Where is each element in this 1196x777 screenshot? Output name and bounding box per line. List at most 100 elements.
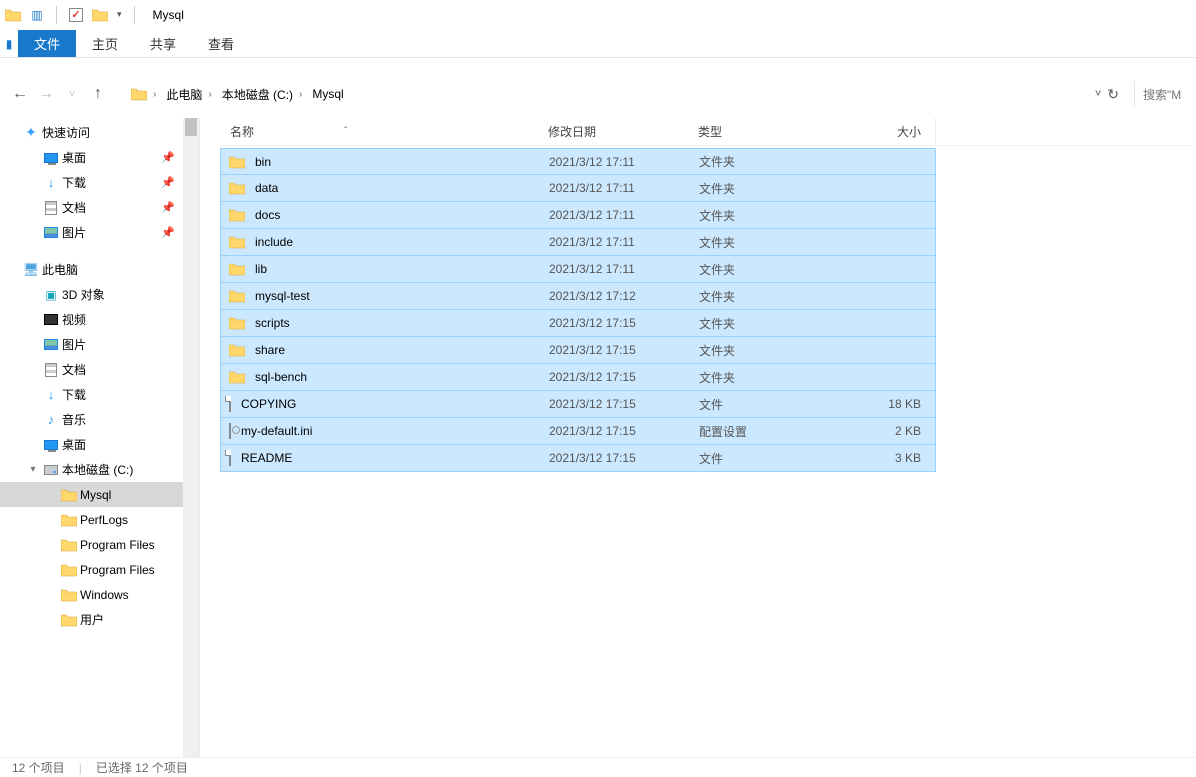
nav-label: 下载 (62, 174, 86, 191)
search-input[interactable]: 搜索"M (1134, 81, 1188, 107)
nav-item-folder[interactable]: Mysql (0, 482, 199, 507)
breadcrumb-item[interactable]: Mysql (308, 82, 347, 106)
video-icon (42, 314, 60, 325)
column-header-size[interactable]: 大小 (848, 118, 936, 145)
file-name: mysql-test (255, 289, 310, 303)
nav-recent-dropdown[interactable]: ˅ (60, 82, 84, 106)
chevron-right-icon[interactable]: › (299, 89, 302, 100)
file-type: 文件夹 (699, 180, 849, 197)
breadcrumb-root-icon[interactable]: › (127, 82, 160, 106)
nav-item-music[interactable]: ♪音乐 (0, 407, 199, 432)
nav-item-folder[interactable]: PerfLogs (0, 507, 199, 532)
file-row[interactable]: include2021/3/12 17:11文件夹 (220, 229, 936, 256)
file-type: 文件 (699, 450, 849, 467)
column-header-type[interactable]: 类型 (698, 123, 848, 140)
file-row[interactable]: bin2021/3/12 17:11文件夹 (220, 148, 936, 175)
chevron-right-icon[interactable]: › (208, 89, 211, 100)
file-name: COPYING (241, 397, 296, 411)
nav-back-button[interactable]: ← (8, 82, 32, 106)
nav-up-button[interactable]: ↑ (86, 82, 110, 106)
nav-item-picture[interactable]: 图片 (0, 332, 199, 357)
folder-icon (229, 262, 245, 276)
file-type: 文件夹 (699, 234, 849, 251)
nav-item-document[interactable]: 文档📌 (0, 195, 199, 220)
file-type: 配置设置 (699, 423, 849, 440)
file-modified: 2021/3/12 17:15 (549, 397, 699, 411)
nav-item-desktop[interactable]: 桌面 (0, 432, 199, 457)
file-row[interactable]: COPYING2021/3/12 17:15文件18 KB (220, 391, 936, 418)
file-row[interactable]: scripts2021/3/12 17:15文件夹 (220, 310, 936, 337)
refresh-icon[interactable]: ↻ (1107, 86, 1119, 103)
status-item-count: 12 个项目 (12, 759, 65, 776)
nav-item-folder[interactable]: Windows (0, 582, 199, 607)
file-name-cell: share (221, 343, 549, 357)
chevron-right-icon[interactable]: › (153, 89, 156, 100)
file-type: 文件夹 (699, 315, 849, 332)
nav-item-folder[interactable]: Program Files (0, 532, 199, 557)
file-row[interactable]: lib2021/3/12 17:11文件夹 (220, 256, 936, 283)
nav-item-video[interactable]: 视频 (0, 307, 199, 332)
tab-file[interactable]: 文件 (18, 30, 76, 57)
file-row[interactable]: my-default.ini2021/3/12 17:15配置设置2 KB (220, 418, 936, 445)
app-icon: ▥ (28, 6, 46, 24)
address-bar[interactable]: › 此电脑 › 本地磁盘 (C:) › Mysql ˅ ↻ (122, 81, 1126, 107)
file-modified: 2021/3/12 17:15 (549, 370, 699, 384)
file-name: sql-bench (255, 370, 307, 384)
nav-quick-access[interactable]: ✦ 快速访问 (0, 120, 199, 145)
file-name: README (241, 451, 292, 465)
nav-this-pc[interactable]: 🖥 此电脑 (0, 257, 199, 282)
expand-icon[interactable]: ▾ (26, 464, 40, 475)
nav-scrollbar-thumb[interactable] (185, 118, 197, 136)
file-row[interactable]: mysql-test2021/3/12 17:12文件夹 (220, 283, 936, 310)
nav-label: 此电脑 (42, 261, 78, 278)
address-row: ← → ˅ ↑ › 此电脑 › 本地磁盘 (C:) › Mysql ˅ ↻ 搜索… (0, 76, 1196, 112)
nav-scrollbar[interactable] (183, 118, 199, 757)
nav-item-document[interactable]: 文档 (0, 357, 199, 382)
music-icon: ♪ (42, 412, 60, 427)
file-list: bin2021/3/12 17:11文件夹data2021/3/12 17:11… (220, 146, 1192, 472)
folder-icon[interactable] (91, 6, 109, 24)
nav-label: 用户 (80, 611, 104, 628)
window-title: Mysql (153, 8, 184, 22)
folder-icon (229, 155, 245, 169)
folder-icon (229, 235, 245, 249)
nav-item-download[interactable]: ↓下载📌 (0, 170, 199, 195)
nav-item-drive[interactable]: ▾本地磁盘 (C:) (0, 457, 199, 482)
breadcrumb-item[interactable]: 本地磁盘 (C:) › (218, 82, 307, 106)
nav-label: Mysql (80, 488, 111, 502)
checkbox-icon[interactable]: ✓ (67, 6, 85, 24)
nav-label: Program Files (80, 538, 155, 552)
settings-file-icon (229, 424, 231, 438)
tab-share[interactable]: 共享 (134, 30, 192, 57)
file-modified: 2021/3/12 17:11 (549, 155, 699, 169)
nav-item-picture[interactable]: 图片📌 (0, 220, 199, 245)
file-name: lib (255, 262, 267, 276)
nav-item-download[interactable]: ↓下载 (0, 382, 199, 407)
desktop-icon (42, 153, 60, 163)
column-header-modified[interactable]: 修改日期 (548, 123, 698, 140)
nav-item-desktop[interactable]: 桌面📌 (0, 145, 199, 170)
nav-item-folder[interactable]: 用户 (0, 607, 199, 632)
folder-icon (60, 588, 78, 602)
nav-forward-button[interactable]: → (34, 82, 58, 106)
file-row[interactable]: README2021/3/12 17:15文件3 KB (220, 445, 936, 472)
quick-access-toolbar: ▥ ✓ ▾ (4, 6, 139, 24)
file-row[interactable]: share2021/3/12 17:15文件夹 (220, 337, 936, 364)
file-modified: 2021/3/12 17:15 (549, 316, 699, 330)
tab-view[interactable]: 查看 (192, 30, 250, 57)
title-bar: ▥ ✓ ▾ Mysql (0, 0, 1196, 30)
column-header-name[interactable]: 名称 ˆ (220, 123, 548, 140)
file-row[interactable]: data2021/3/12 17:11文件夹 (220, 175, 936, 202)
breadcrumb-item[interactable]: 此电脑 › (162, 82, 215, 106)
file-row[interactable]: docs2021/3/12 17:11文件夹 (220, 202, 936, 229)
tab-home[interactable]: 主页 (76, 30, 134, 57)
qat-dropdown-icon[interactable]: ▾ (115, 9, 124, 20)
address-dropdown-icon[interactable]: ˅ (1095, 88, 1101, 100)
nav-item-folder[interactable]: Program Files (0, 557, 199, 582)
file-name-cell: include (221, 235, 549, 249)
file-type: 文件夹 (699, 342, 849, 359)
nav-item-3d[interactable]: ▣3D 对象 (0, 282, 199, 307)
nav-label: 桌面 (62, 436, 86, 453)
file-size: 3 KB (849, 451, 933, 465)
file-row[interactable]: sql-bench2021/3/12 17:15文件夹 (220, 364, 936, 391)
